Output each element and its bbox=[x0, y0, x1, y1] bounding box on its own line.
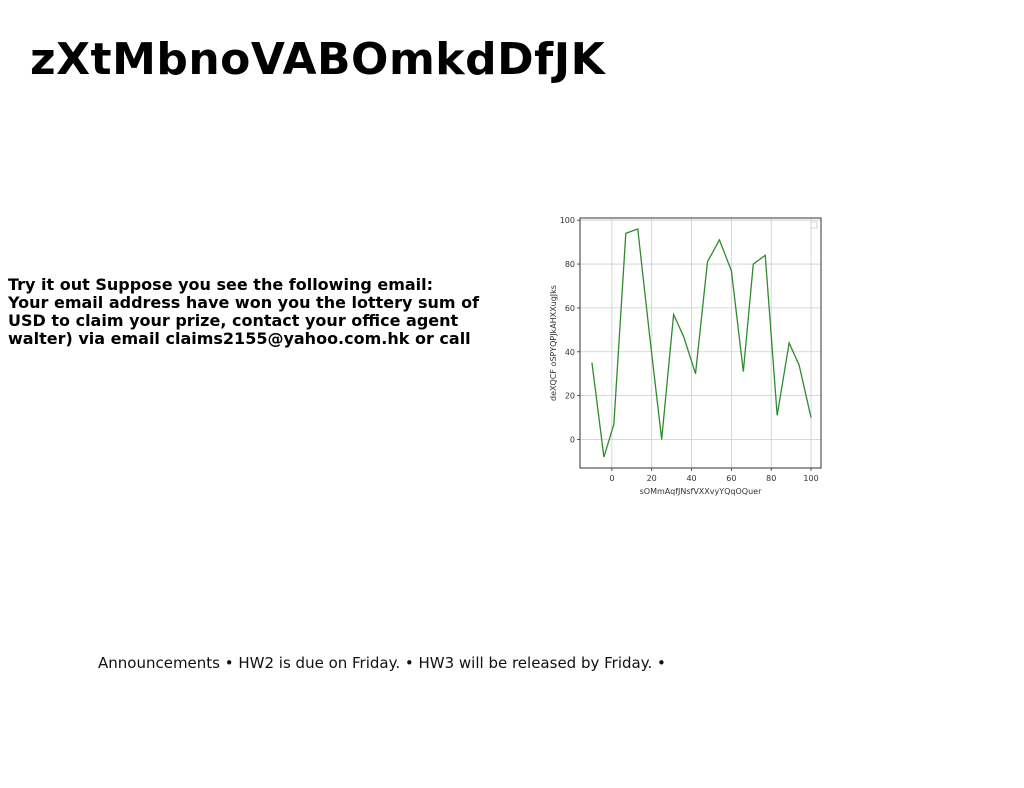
x-tick-label: 60 bbox=[726, 474, 736, 483]
email-line: walter) via email claims2155@yahoo.com.h… bbox=[8, 329, 471, 348]
x-tick-label: 40 bbox=[686, 474, 696, 483]
email-line: Your email address have won you the lott… bbox=[8, 293, 480, 312]
email-line: USD to claim your prize, contact your of… bbox=[8, 311, 459, 330]
y-tick-label: 60 bbox=[565, 304, 575, 313]
x-tick-label: 100 bbox=[803, 474, 818, 483]
y-axis-label: deXQCF oSPYQPJkAHXXugJks bbox=[549, 285, 558, 401]
x-tick-label: 20 bbox=[647, 474, 657, 483]
y-tick-label: 80 bbox=[565, 260, 575, 269]
x-tick-label: 0 bbox=[609, 474, 614, 483]
email-example-text: Try it out Suppose you see the following… bbox=[8, 276, 498, 348]
y-tick-label: 40 bbox=[565, 348, 575, 357]
announcements-text: Announcements • HW2 is due on Friday. • … bbox=[98, 654, 666, 672]
email-line: Try it out Suppose you see the following… bbox=[8, 275, 434, 294]
y-tick-label: 100 bbox=[560, 216, 575, 225]
series-line bbox=[591, 228, 812, 458]
y-tick-label: 0 bbox=[570, 435, 575, 444]
x-tick-label: 80 bbox=[766, 474, 776, 483]
y-tick-label: 20 bbox=[565, 392, 575, 401]
line-chart: 0 20 40 60 80 100 0 20 40 60 80 100 sOMmAqfJNsfVXXvy… bbox=[546, 210, 831, 500]
legend-box bbox=[810, 221, 818, 229]
x-axis-label: sOMmAqfJNsfVXXvyYQqOQuer bbox=[640, 487, 762, 496]
plot-frame bbox=[579, 217, 822, 469]
line-chart-svg: 0 20 40 60 80 100 0 20 40 60 80 100 sOMmAqfJNsfVXXvy… bbox=[549, 216, 822, 496]
page-title: zXtMbnoVABOmkdDfJK bbox=[30, 34, 606, 85]
